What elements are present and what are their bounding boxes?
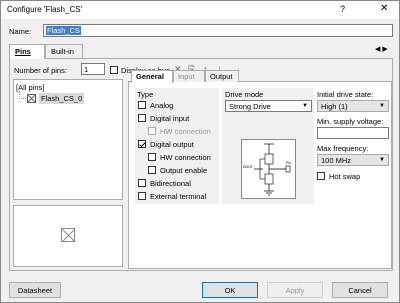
hot-swap-label: Hot swap [329, 172, 361, 181]
min-supply-input[interactable] [317, 127, 389, 139]
tab-output[interactable]: Output [205, 70, 239, 82]
analog-label: Analog [150, 101, 174, 110]
max-frequency-label: Max frequency: [317, 144, 369, 153]
output-enable-label: Output enable [160, 166, 208, 175]
tab-pins[interactable]: Pins [9, 44, 45, 59]
help-button[interactable]: ? [340, 4, 345, 14]
tab-general[interactable]: General [131, 70, 173, 83]
tab-input-label: Input [178, 72, 195, 81]
window-title: Configure 'Flash_CS' [7, 5, 83, 14]
output-enable-checkbox[interactable] [148, 166, 156, 174]
external-terminal-label: External terminal [150, 192, 207, 201]
pins-panel: Number of pins: 1 Display as bus ✕ ⎘ ↑ ↓… [9, 58, 393, 271]
circuit-svg: DOUT Pin [243, 143, 291, 196]
external-terminal-checkbox[interactable] [138, 192, 146, 200]
drive-mode-select[interactable]: Strong Drive ▼ [225, 100, 312, 112]
type-group: Type Analog Digital input HW connection … [135, 88, 219, 204]
tab-built-in[interactable]: Built-in [45, 44, 83, 58]
initial-drive-value: High (1) [321, 102, 348, 111]
min-supply-label: Min. supply voltage: [317, 117, 384, 126]
max-frequency-value: 100 MHz [321, 156, 352, 165]
tab-general-label: General [136, 72, 164, 81]
digital-output-checkbox[interactable] [138, 140, 146, 148]
drive-mode-circuit-diagram: DOUT Pin [241, 139, 296, 199]
pin-preview-icon [61, 228, 75, 242]
tab-output-label: Output [210, 72, 233, 81]
pin-icon [27, 94, 36, 103]
drive-mode-label: Drive mode [225, 90, 264, 99]
configure-dialog: Configure 'Flash_CS' ? ✕ Name: Flash_CS … [0, 0, 400, 303]
tab-pins-label: Pins [15, 47, 31, 56]
hw-connection-in-checkbox[interactable] [148, 127, 156, 135]
type-group-label: Type [137, 90, 154, 99]
tree-root[interactable]: [All pins] [16, 83, 44, 92]
general-tab-content: General Input Output Type Analog Digital… [128, 70, 392, 269]
tree-connector-h [19, 98, 26, 99]
name-label: Name: [9, 27, 32, 36]
circuit-pin-label: Pin [286, 161, 291, 165]
pin-preview [13, 205, 123, 267]
ok-button[interactable]: OK [202, 282, 258, 298]
num-pins-label: Number of pins: [14, 66, 67, 75]
datasheet-button[interactable]: Datasheet [9, 282, 61, 298]
num-pins-input[interactable]: 1 [81, 63, 105, 75]
bidirectional-label: Bidirectional [150, 179, 191, 188]
drive-mode-value: Strong Drive [229, 102, 271, 111]
chevron-down-icon: ▼ [379, 157, 385, 163]
pins-tree[interactable]: [All pins] Flash_CS_0 [13, 79, 123, 200]
hw-connection-out-checkbox[interactable] [148, 153, 156, 161]
name-input-value: Flash_CS [46, 26, 81, 35]
name-input[interactable]: Flash_CS [43, 24, 393, 37]
title-bar: Configure 'Flash_CS' ? ✕ [1, 1, 399, 19]
apply-button[interactable]: Apply [267, 282, 323, 298]
initial-drive-label: Initial drive state: [317, 90, 374, 99]
analog-checkbox[interactable] [138, 101, 146, 109]
tab-built-in-label: Built-in [51, 47, 74, 56]
hot-swap-checkbox[interactable] [317, 172, 325, 180]
tab-scroll-arrows[interactable]: ◀ ▶ [375, 45, 388, 53]
hw-connection-out-label: HW connection [160, 153, 211, 162]
hw-connection-in-label: HW connection [160, 127, 211, 136]
circuit-dout-label: DOUT [243, 165, 254, 169]
chevron-down-icon: ▼ [302, 103, 308, 109]
digital-input-checkbox[interactable] [138, 114, 146, 122]
bidirectional-checkbox[interactable] [138, 179, 146, 187]
digital-input-label: Digital input [150, 114, 190, 123]
initial-drive-select[interactable]: High (1) ▼ [317, 100, 389, 112]
tree-item-flash-cs-0[interactable]: Flash_CS_0 [39, 93, 85, 104]
max-frequency-select[interactable]: 100 MHz ▼ [317, 154, 389, 166]
drive-settings-group: Initial drive state: High (1) ▼ Min. sup… [317, 88, 391, 204]
tab-input[interactable]: Input [173, 70, 205, 82]
digital-output-label: Digital output [150, 140, 194, 149]
display-as-bus-checkbox[interactable] [110, 66, 118, 74]
chevron-down-icon: ▼ [379, 103, 385, 109]
cancel-button[interactable]: Cancel [332, 282, 388, 298]
close-button[interactable]: ✕ [380, 3, 388, 14]
